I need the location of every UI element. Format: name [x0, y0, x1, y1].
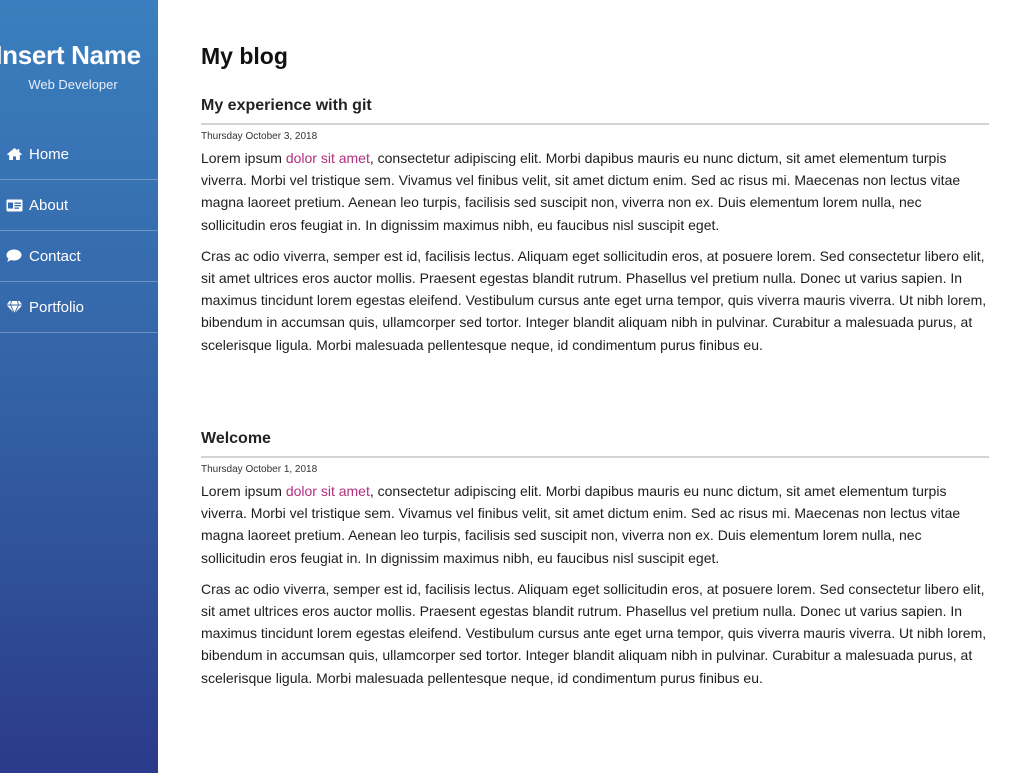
post-paragraph: Lorem ipsum dolor sit amet, consectetur …	[201, 480, 989, 569]
brand: Insert Name Web Developer	[0, 40, 146, 92]
inline-link[interactable]: dolor sit amet	[286, 150, 370, 166]
brand-role: Web Developer	[28, 77, 118, 92]
id-card-icon	[4, 197, 24, 213]
nav-label-about: About	[29, 196, 69, 214]
nav-item-about[interactable]: About	[0, 180, 158, 231]
post-paragraph: Cras ac odio viverra, semper est id, fac…	[201, 580, 987, 686]
post-date: Thursday October 3, 2018	[201, 131, 318, 142]
blog-post: My experience with git Thursday October …	[201, 96, 989, 356]
diamond-icon	[4, 299, 24, 315]
chat-bubble-icon	[4, 248, 24, 264]
post-paragraph: Lorem ipsum dolor sit amet, consectetur …	[201, 147, 989, 236]
nav-item-home[interactable]: Home	[0, 129, 158, 180]
sidebar-nav: Home About Contact Portfolio	[0, 129, 158, 333]
blog-post: Welcome Thursday October 1, 2018 Lorem i…	[201, 429, 989, 689]
page-title: My blog	[201, 43, 288, 69]
home-icon	[4, 146, 24, 162]
nav-item-contact[interactable]: Contact	[0, 231, 158, 282]
nav-label-home: Home	[29, 145, 70, 163]
brand-name: Insert Name	[0, 40, 141, 70]
post-date: Thursday October 1, 2018	[201, 464, 318, 475]
nav-label-contact: Contact	[29, 247, 81, 265]
paragraph-lead: Lorem ipsum	[201, 483, 286, 499]
post-paragraph: Cras ac odio viverra, semper est id, fac…	[201, 247, 987, 353]
sidebar: Insert Name Web Developer Home About Con…	[0, 0, 158, 773]
post-title[interactable]: My experience with git	[201, 96, 989, 125]
inline-link[interactable]: dolor sit amet	[286, 483, 370, 499]
post-title[interactable]: Welcome	[201, 429, 989, 458]
nav-item-portfolio[interactable]: Portfolio	[0, 282, 158, 333]
nav-label-portfolio: Portfolio	[29, 298, 85, 316]
paragraph-lead: Lorem ipsum	[201, 150, 286, 166]
